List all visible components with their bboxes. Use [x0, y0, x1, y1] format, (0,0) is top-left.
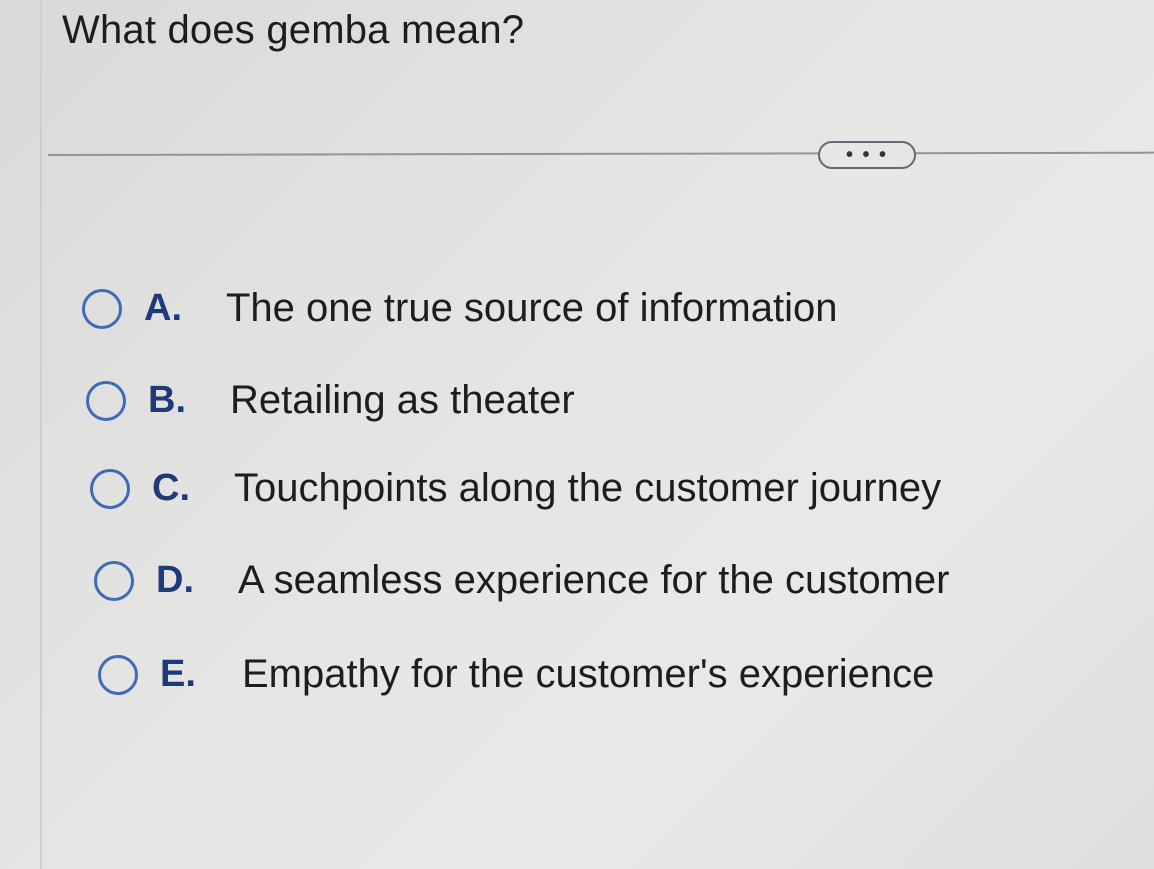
answer-option-c[interactable]: C. Touchpoints along the customer journe… — [90, 466, 941, 511]
option-letter-d: D. — [156, 559, 194, 601]
answer-option-b[interactable]: B. Retailing as theater — [86, 378, 575, 423]
option-letter-c: C. — [152, 467, 190, 509]
option-text-b: Retailing as theater — [230, 378, 575, 422]
radio-button-c[interactable] — [90, 468, 130, 509]
option-text-c: Touchpoints along the customer journey — [234, 466, 942, 510]
section-divider — [47, 151, 1154, 156]
option-letter-b: B. — [148, 379, 186, 421]
more-options-button[interactable]: • • • — [818, 141, 916, 169]
radio-button-b[interactable] — [86, 380, 126, 421]
option-text-d: A seamless experience for the customer — [238, 558, 950, 602]
question-text: What does gemba mean? — [62, 8, 525, 52]
answer-option-a[interactable]: A. The one true source of information — [82, 286, 837, 331]
option-text-e: Empathy for the customer's experience — [242, 652, 935, 696]
option-text-a: The one true source of information — [226, 286, 838, 330]
radio-button-d[interactable] — [94, 560, 134, 601]
option-letter-e: E. — [160, 653, 196, 695]
radio-button-a[interactable] — [82, 288, 122, 329]
radio-button-e[interactable] — [98, 654, 138, 695]
option-letter-a: A. — [144, 287, 182, 329]
page-left-border — [40, 0, 42, 869]
answer-option-d[interactable]: D. A seamless experience for the custome… — [94, 558, 949, 603]
answer-option-e[interactable]: E. Empathy for the customer's experience — [98, 652, 934, 697]
